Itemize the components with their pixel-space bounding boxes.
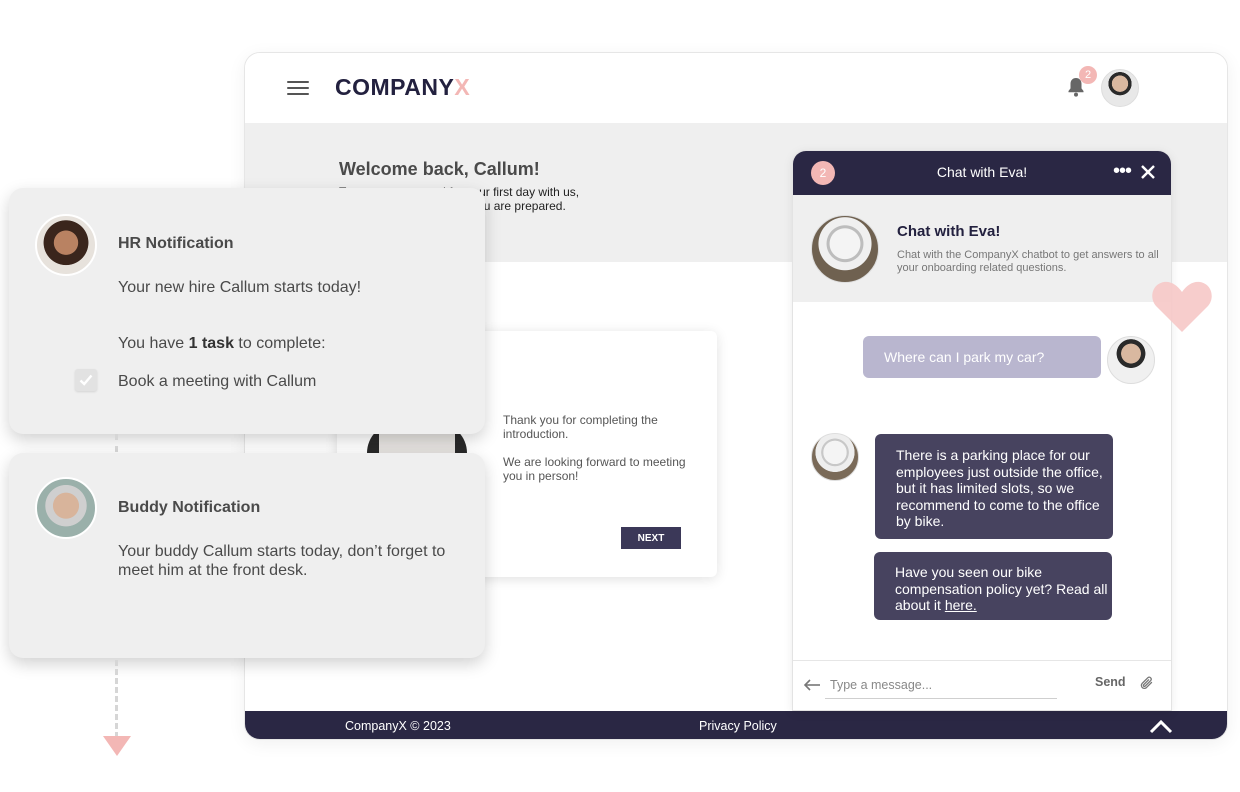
task-suffix: to complete: [233, 335, 326, 352]
menu-icon[interactable] [287, 81, 309, 95]
bot-message-avatar [811, 433, 859, 481]
buddy-notification: Buddy Notification Your buddy Callum sta… [9, 453, 485, 658]
logo-accent: X [454, 74, 471, 100]
connector-line [115, 660, 118, 738]
message-composer: Send [793, 660, 1171, 710]
task-count: 1 task [188, 335, 234, 352]
task-prefix: You have [118, 335, 189, 352]
bot-message: There is a parking place for our employe… [875, 434, 1113, 539]
buddy-avatar [35, 477, 97, 539]
task-checkbox[interactable] [75, 369, 97, 391]
welcome-title: Welcome back, Callum! [339, 159, 540, 179]
chevron-up-icon[interactable] [1149, 718, 1173, 734]
next-button[interactable]: NEXT [621, 527, 681, 549]
card-paragraph-2: We are looking forward to meeting you in… [503, 455, 686, 483]
hr-task-count: You have 1 task to complete: [118, 335, 326, 353]
chat-intro-title: Chat with Eva! [897, 223, 1001, 240]
chat-widget: 2 Chat with Eva! ••• Chat with Eva! Chat… [792, 150, 1172, 711]
footer: CompanyX © 2023 Privacy Policy [245, 711, 1227, 739]
user-message: Where can I park my car? [863, 336, 1101, 378]
logo-main: COMPANY [335, 74, 455, 100]
arrow-left-icon[interactable] [803, 679, 821, 691]
card-paragraph-1: Thank you for completing the introductio… [503, 413, 658, 441]
paperclip-icon[interactable] [1139, 675, 1155, 691]
bike-policy-link[interactable]: here. [945, 597, 977, 613]
more-icon[interactable]: ••• [1113, 161, 1132, 181]
task-label: Book a meeting with Callum [118, 373, 317, 390]
chat-intro: Chat with Eva! Chat with the CompanyX ch… [793, 195, 1171, 302]
buddy-notification-title: Buddy Notification [118, 499, 261, 516]
footer-copyright: CompanyX © 2023 [345, 719, 451, 733]
hr-notification-body: Your new hire Callum starts today! [118, 279, 362, 296]
bot-message-text: Have you seen our bike compensation poli… [895, 564, 1108, 613]
notification-badge: 2 [1079, 66, 1097, 84]
privacy-policy-link[interactable]: Privacy Policy [699, 719, 777, 733]
bot-message: Have you seen our bike compensation poli… [874, 552, 1112, 620]
user-message-avatar [1107, 336, 1155, 384]
buddy-notification-body: Your buddy Callum starts today, don’t fo… [118, 543, 446, 579]
hr-notification: HR Notification Your new hire Callum sta… [9, 188, 485, 434]
heart-icon [1152, 281, 1212, 332]
chatbot-avatar [811, 215, 879, 283]
close-icon[interactable] [1139, 163, 1157, 181]
check-icon [79, 374, 93, 386]
page: COMPANYX 2 Welcome back, Callum! To get … [0, 0, 1240, 792]
user-avatar[interactable] [1101, 69, 1139, 107]
arrow-down-icon [103, 736, 131, 756]
send-button[interactable]: Send [1095, 675, 1126, 689]
chat-header: 2 Chat with Eva! ••• [793, 151, 1171, 195]
connector-line [115, 434, 118, 452]
top-bar: COMPANYX 2 [245, 53, 1227, 123]
message-input[interactable] [825, 671, 1057, 699]
chat-intro-subtitle: Chat with the CompanyX chatbot to get an… [897, 249, 1159, 274]
hr-notification-title: HR Notification [118, 235, 234, 252]
logo[interactable]: COMPANYX [335, 74, 470, 101]
hr-avatar [35, 214, 97, 276]
